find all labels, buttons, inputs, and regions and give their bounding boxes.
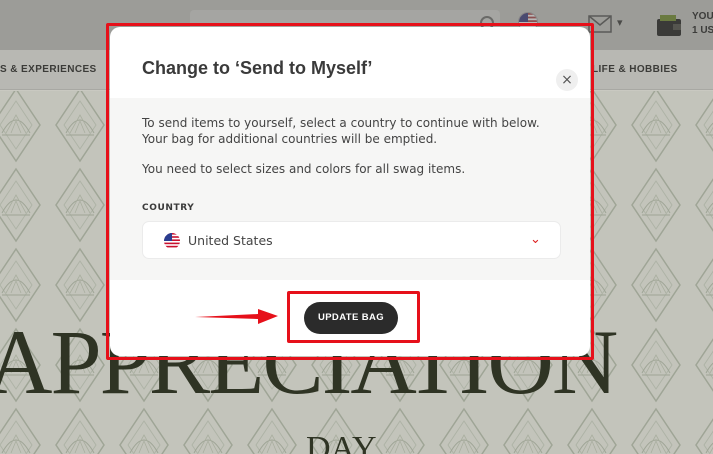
annotation-arrow-icon <box>195 309 278 324</box>
nav-item-experiences[interactable]: S & EXPERIENCES <box>0 63 97 77</box>
wallet-line-1: YOU <box>692 11 713 22</box>
chevron-down-icon[interactable]: ⌄ <box>530 230 541 250</box>
country-select[interactable]: United States ⌄ <box>142 221 561 259</box>
dialog-note: You need to select sizes and colors for … <box>142 162 466 176</box>
country-value: United States <box>188 233 273 248</box>
country-label: COUNTRY <box>142 203 195 213</box>
us-flag-icon <box>164 233 180 249</box>
dialog-body: To send items to yourself, select a coun… <box>110 98 590 280</box>
wallet-summary[interactable]: YOU 1 US <box>692 10 713 38</box>
annotation-highlight-button <box>287 291 420 343</box>
chevron-down-icon[interactable]: ▾ <box>617 16 623 29</box>
wallet-line-2: 1 US <box>692 25 713 36</box>
dialog-description: To send items to yourself, select a coun… <box>142 116 540 146</box>
dialog-title: Change to ‘Send to Myself’ <box>142 58 373 78</box>
nav-item-life-hobbies[interactable]: LIFE & HOBBIES <box>592 63 678 77</box>
wallet-icon[interactable] <box>656 13 682 37</box>
hero-subtitle: DAY <box>306 430 377 454</box>
close-icon[interactable]: × <box>556 69 578 91</box>
dialog-header: Change to ‘Send to Myself’ × <box>110 27 590 98</box>
